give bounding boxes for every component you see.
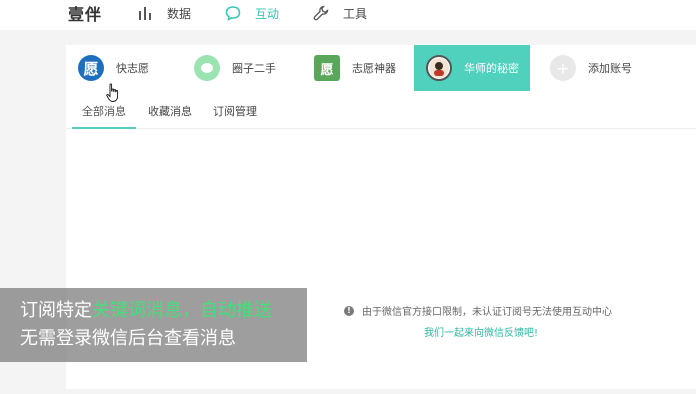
promo-banner: 订阅特定关键词消息，自动推送 无需登录微信后台查看消息 (0, 288, 307, 362)
account-name: 添加账号 (588, 62, 632, 75)
app-logo[interactable]: 壹伴 (68, 1, 102, 25)
wrench-icon (313, 5, 329, 21)
account-tab-quanzi[interactable]: 圈子二手 (194, 45, 304, 91)
tab-all-messages[interactable]: 全部消息 (82, 103, 126, 119)
banner-line-1-prefix: 订阅特定 (20, 300, 92, 321)
nav-item-tools[interactable]: 工具 (313, 3, 367, 23)
account-avatar: 愿 (314, 55, 340, 81)
info-icon: ! (344, 305, 354, 316)
account-tab-kuaizhiyuan[interactable]: 愿 快志愿 (78, 45, 182, 91)
top-nav: 壹伴 数据 互动 工具 (0, 0, 696, 30)
banner-line-1-highlight: 关键词消息，自动推送 (92, 300, 272, 321)
account-tab-huashi[interactable]: 华师的秘密 (414, 45, 530, 91)
nav-item-label: 互动 (255, 6, 280, 21)
chat-bubble-icon (225, 5, 241, 21)
account-avatar (426, 55, 452, 81)
account-avatar: 愿 (78, 55, 104, 81)
feedback-link[interactable]: 我们一起来向微信反馈吧! (424, 324, 538, 339)
nav-item-data[interactable]: 数据 (137, 3, 191, 23)
nav-item-interact[interactable]: 互动 (225, 3, 279, 23)
notice: ! 由于微信官方接口限制，未认证订阅号无法使用互动中心 (344, 303, 612, 318)
tab-subscription-management[interactable]: 订阅管理 (213, 103, 257, 119)
account-avatar (194, 55, 220, 81)
message-tabs: 全部消息 收藏消息 订阅管理 (66, 91, 696, 129)
add-account-button[interactable]: + 添加账号 (550, 45, 670, 91)
account-name: 圈子二手 (232, 62, 276, 75)
account-switcher: 愿 快志愿 圈子二手 愿 志愿神器 华师的秘密 + 添加账号 (66, 45, 696, 91)
account-name: 华师的秘密 (464, 62, 519, 75)
account-tab-zhiyuanshenqi[interactable]: 愿 志愿神器 (314, 45, 424, 91)
plus-icon: + (550, 55, 576, 81)
nav-item-label: 工具 (343, 6, 368, 21)
account-name: 志愿神器 (352, 62, 396, 75)
tab-favorite-messages[interactable]: 收藏消息 (148, 103, 192, 119)
banner-line-1: 订阅特定关键词消息，自动推送 (20, 296, 272, 322)
account-name: 快志愿 (116, 62, 149, 75)
banner-line-2: 无需登录微信后台查看消息 (20, 328, 236, 349)
hand-cursor-icon (106, 83, 120, 103)
bar-chart-icon (137, 5, 153, 21)
notice-text: 由于微信官方接口限制，未认证订阅号无法使用互动中心 (362, 307, 612, 318)
nav-item-label: 数据 (167, 6, 192, 21)
active-tab-indicator (72, 127, 136, 129)
